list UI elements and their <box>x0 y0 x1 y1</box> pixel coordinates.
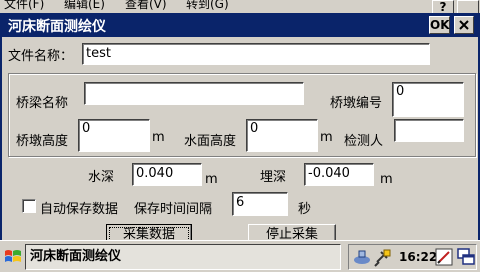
pier-height-input[interactable]: 0 <box>78 119 150 152</box>
save-interval-label: 保存时间间隔 <box>134 202 213 217</box>
menu-goto[interactable]: 转到(G) <box>186 0 229 12</box>
save-interval-input[interactable]: 6 <box>232 192 288 216</box>
power-plug-icon[interactable] <box>373 248 393 268</box>
menubar-close-button[interactable] <box>457 0 479 13</box>
menu-view[interactable]: 查看(V) <box>125 0 167 12</box>
water-level-label: 水面高度 <box>184 134 237 149</box>
system-tray: 16:22 <box>348 244 477 270</box>
taskbar-app-button[interactable]: 河床断面测绘仪 <box>25 244 341 270</box>
taskbar: 河床断面测绘仪 16:22 <box>0 240 480 272</box>
network-icon[interactable] <box>353 249 371 265</box>
burial-depth-label: 埋深 <box>260 170 287 185</box>
water-level-input[interactable]: 0 <box>246 119 318 152</box>
pier-height-unit: m <box>152 130 165 145</box>
water-depth-unit: m <box>205 172 218 187</box>
menu-file[interactable]: 文件(F) <box>4 0 44 12</box>
water-depth-label: 水深 <box>88 170 115 185</box>
help-button[interactable]: ? <box>432 0 454 13</box>
bridge-name-input[interactable] <box>84 82 304 105</box>
water-level-unit: m <box>320 130 333 145</box>
pier-height-label: 桥墩高度 <box>16 134 69 149</box>
close-button[interactable] <box>454 16 474 34</box>
windows-switch-icon[interactable] <box>457 248 475 266</box>
input-panel-icon[interactable] <box>435 248 453 266</box>
auto-save-label: 自动保存数据 <box>40 202 119 217</box>
pier-number-label: 桥墩编号 <box>330 96 383 111</box>
main-window: 河床断面测绘仪 OK 文件名称： test 桥梁名称 桥墩编号 0 桥墩高度 0… <box>0 13 480 246</box>
window-title: 河床断面测绘仪 <box>8 19 106 35</box>
close-icon <box>459 20 469 30</box>
menubar: 文件(F) 编辑(E) 查看(V) 转到(G) ? <box>0 0 480 13</box>
save-interval-unit: 秒 <box>298 202 312 217</box>
pier-number-input[interactable]: 0 <box>392 82 464 117</box>
auto-save-checkbox[interactable] <box>22 199 36 213</box>
inspector-label: 检测人 <box>344 134 384 149</box>
inspector-input[interactable] <box>394 119 464 142</box>
file-name-label: 文件名称： <box>8 49 74 64</box>
windows-start-icon[interactable] <box>3 247 23 267</box>
burial-depth-unit: m <box>380 172 393 187</box>
ok-button[interactable]: OK <box>429 16 450 34</box>
menu-edit[interactable]: 编辑(E) <box>64 0 105 12</box>
bridge-name-label: 桥梁名称 <box>16 96 69 111</box>
clock[interactable]: 16:22 <box>399 250 437 264</box>
burial-depth-input[interactable]: -0.040 <box>304 163 374 186</box>
file-name-input[interactable]: test <box>82 43 430 65</box>
water-depth-input[interactable]: 0.040 <box>132 163 202 186</box>
title-bar: 河床断面测绘仪 OK <box>2 13 478 37</box>
